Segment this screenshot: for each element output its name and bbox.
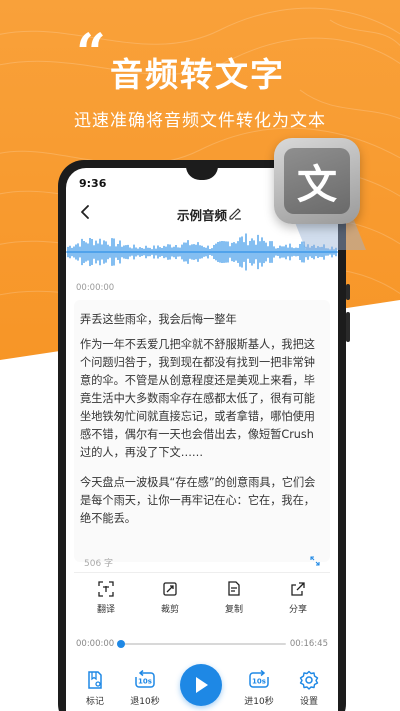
settings-label: 设置: [299, 697, 318, 707]
copy-icon: [228, 581, 240, 596]
translate-button[interactable]: 翻译: [74, 573, 138, 622]
share-label: 分享: [288, 605, 307, 615]
forward-badge: 10s: [252, 678, 266, 686]
banner-subline: 迅速准确将音频文件转化为文本: [74, 111, 326, 131]
word-count: 506 字: [84, 559, 114, 569]
progress-knob[interactable]: [117, 640, 125, 648]
banner-headline: 音频转文字: [110, 55, 285, 94]
phone-side-button: [346, 312, 350, 342]
waveform-start-time: 00:00:00: [76, 283, 115, 293]
transcript-paragraph[interactable]: 作为一年不丢爱几把伞就不舒服斯基人，我把这个问题归咎于，我到现在都没有找到一把非…: [80, 336, 318, 462]
action-bar: 翻译 裁剪 复制 分享: [74, 572, 330, 622]
total-time: 00:16:45: [289, 639, 328, 649]
transcript-paragraph[interactable]: 弄丢这些雨伞，我会后悔一整年: [80, 311, 318, 329]
crop-icon: [163, 582, 177, 596]
current-time: 00:00:00: [76, 639, 115, 649]
settings-button[interactable]: 设置: [286, 670, 332, 707]
translate-icon: [98, 581, 114, 597]
play-button[interactable]: [180, 664, 222, 706]
text-glyph-icon: 文: [284, 148, 350, 214]
translate-label: 翻译: [96, 605, 115, 615]
share-button[interactable]: 分享: [266, 573, 330, 622]
gear-icon: [299, 670, 319, 690]
bookmark-icon: [88, 671, 102, 689]
forward-icon: 10s: [249, 670, 269, 688]
play-icon: [196, 677, 208, 693]
mark-label: 标记: [85, 697, 104, 707]
phone-side-button: [346, 284, 350, 300]
forward-10s-button[interactable]: 10s 进10秒: [236, 670, 282, 707]
rewind-badge: 10s: [138, 678, 152, 686]
mark-button[interactable]: 标记: [72, 670, 118, 707]
copy-button[interactable]: 复制: [202, 573, 266, 622]
text-doc-badge: 文: [274, 138, 360, 224]
share-icon: [291, 582, 305, 596]
quote-mark: “: [76, 23, 106, 84]
crop-label: 裁剪: [160, 605, 179, 615]
status-time: 9:36: [79, 177, 107, 190]
transcript-paragraph[interactable]: 今天盘点一波极具“存在感”的创意雨具，它们会是每个雨天，让你一再牢记在心：它在，…: [80, 474, 318, 528]
pencil-icon[interactable]: [228, 206, 242, 220]
progress-track[interactable]: [117, 640, 286, 648]
copy-label: 复制: [224, 605, 243, 615]
rewind-icon: 10s: [135, 670, 155, 688]
player-controls: 标记 10s 退10秒 10s 进10秒 设置: [66, 660, 338, 711]
expand-icon[interactable]: [310, 556, 320, 566]
forward-label: 进10秒: [244, 697, 274, 707]
rewind-10s-button[interactable]: 10s 退10秒: [122, 670, 168, 707]
phone-notch: [186, 168, 218, 180]
rewind-label: 退10秒: [130, 697, 160, 707]
crop-button[interactable]: 裁剪: [138, 573, 202, 622]
